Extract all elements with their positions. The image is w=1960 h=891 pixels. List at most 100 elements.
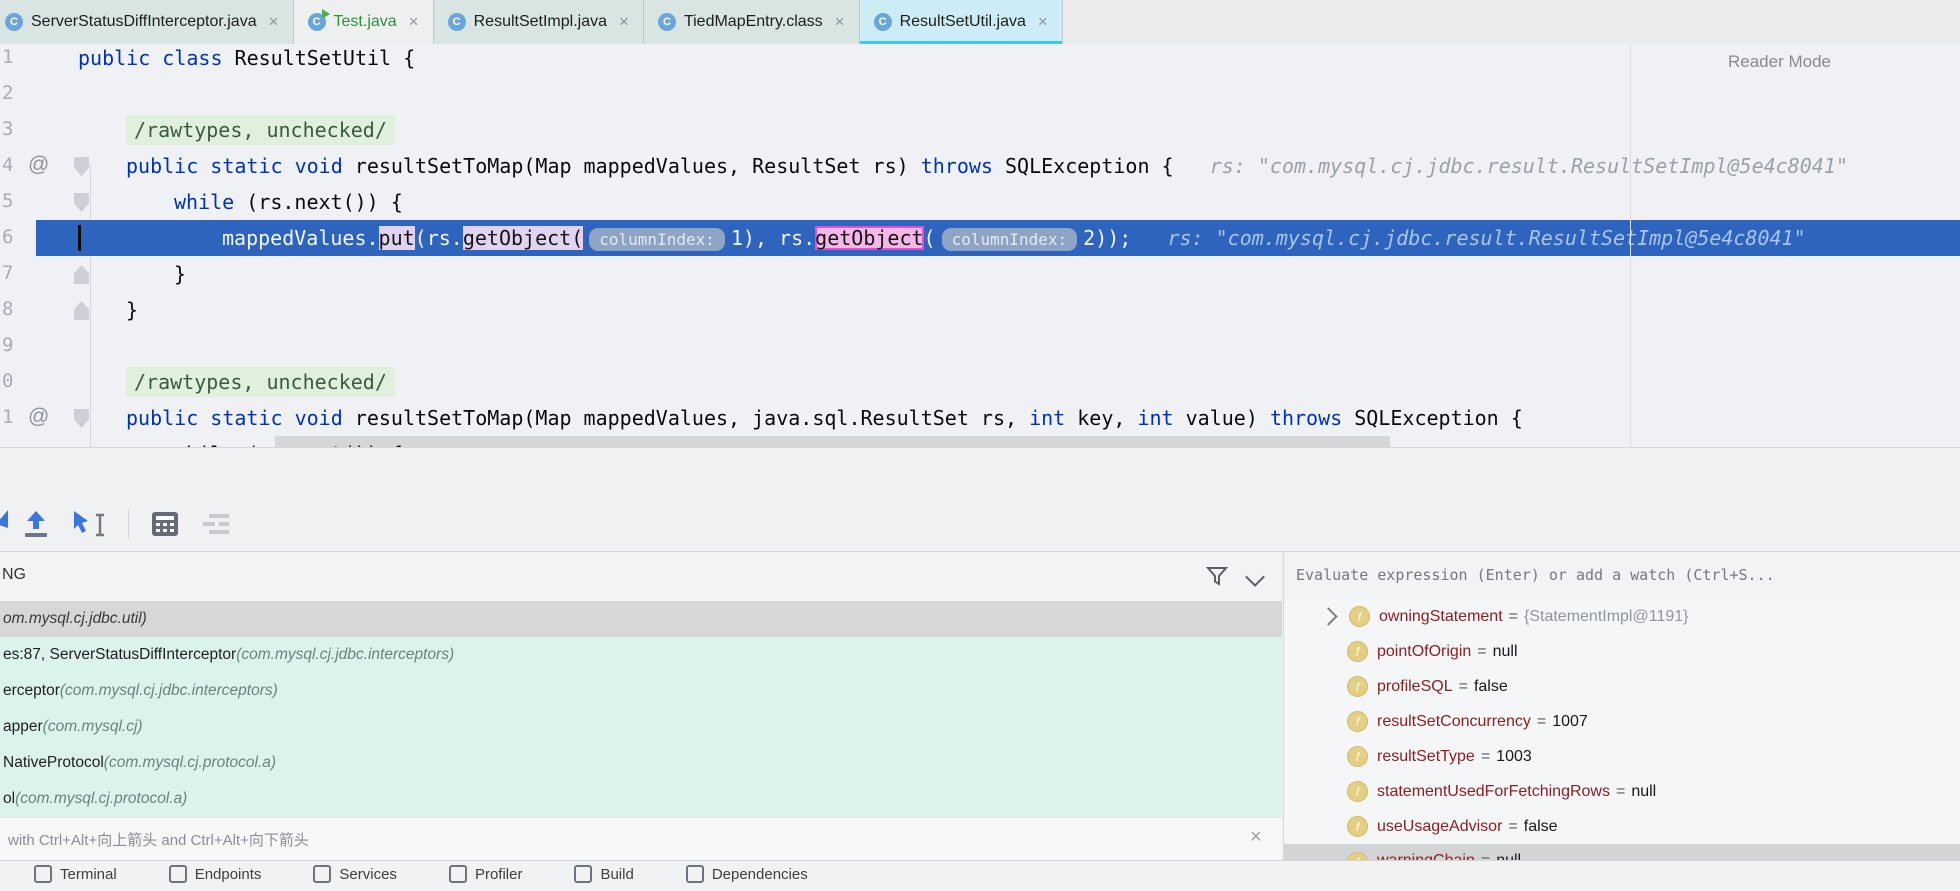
build-icon [574,865,593,883]
fold-marker-up[interactable] [74,301,89,320]
debug-panel: NG Evaluate expression (Enter) or add a … [0,447,1960,879]
code-line[interactable]: 0/rawtypes, unchecked/ [0,364,1960,400]
code-text: public class ResultSetUtil { [78,46,416,70]
tool-window-button-terminal[interactable]: Terminal [34,865,117,883]
evaluate-expression-icon[interactable] [151,511,179,537]
code-line[interactable]: while (rs.next()) { [0,436,1960,447]
frame-row[interactable]: apper (com.mysql.cj) [0,709,1282,745]
variable-row[interactable]: f statementUsedForFetchingRows = null [1284,774,1960,809]
frame-row[interactable]: NativeProtocol (com.mysql.cj.protocol.a) [0,745,1282,781]
fold-marker-down[interactable] [74,409,89,428]
tab-ResultSetImpl.java[interactable]: C ResultSetImpl.java × [433,0,644,44]
class-icon: C [657,13,676,31]
tool-window-bar: Terminal Endpoints Services Profiler Build De… [0,860,1960,891]
frames-hint-banner: with Ctrl+Alt+向上箭头 and Ctrl+Alt+向下箭头 × [0,817,1282,862]
text-caret [78,225,81,251]
code-line[interactable]: 4 @ public static void resultSetToMap(Map … [0,148,1960,184]
right-margin-guide [1630,44,1631,447]
fold-marker-up[interactable] [74,265,89,284]
trace-stream-icon[interactable] [201,512,231,536]
code-line[interactable]: 3/rawtypes, unchecked/ [0,112,1960,148]
code-line[interactable]: 7} [0,256,1960,292]
tab-TiedMapEntry.class[interactable]: C TiedMapEntry.class × [643,0,860,44]
line-number: 7 [2,262,14,284]
frame-row[interactable]: ol (com.mysql.cj.protocol.a) [0,781,1282,817]
tool-window-button-profiler[interactable]: Profiler [448,865,522,883]
toolbar-separator [128,509,129,538]
code-text: mappedValues.put(rs.getObject(columnInde… [222,226,1806,251]
variable-row[interactable]: fwarningChain=null [1284,844,1960,861]
code-line[interactable]: 8} [0,292,1960,328]
chevron-down-icon[interactable] [1245,567,1265,587]
terminal-icon [34,865,52,883]
variable-row[interactable]: f resultSetConcurrency = 1007 [1284,704,1960,739]
field-badge-icon: f [1347,746,1368,767]
code-line[interactable]: 1 public class ResultSetUtil { [0,44,1960,76]
tool-window-button-endpoints[interactable]: Endpoints [168,865,261,883]
tool-window-button-dependencies[interactable]: Dependencies [685,865,808,883]
close-icon[interactable]: × [835,12,845,32]
close-icon[interactable]: × [1250,826,1262,849]
code-text: while (rs.next()) { [174,190,403,214]
run-to-cursor-icon[interactable] [72,509,106,539]
tab-bar: C ServerStatusDiffInterceptor.java × C Test.… [0,0,1960,45]
code-text: public static void resultSetToMap(Map ma… [126,154,1848,178]
expand-chevron-icon[interactable] [1319,607,1338,626]
variable-row[interactable]: f resultSetType = 1003 [1284,739,1960,774]
annotation-gutter-mark: @ [28,405,50,428]
frame-row[interactable]: erceptor (com.mysql.cj.jdbc.interceptors… [0,673,1282,709]
fold-marker-down[interactable] [74,157,89,176]
class-icon: C [447,13,466,31]
code-text: public static void resultSetToMap(Map ma… [126,406,1523,430]
line-number: 2 [2,82,14,104]
code-line[interactable]: 6 mappedValues.put(rs.getObject(columnInd… [0,220,1960,256]
step-out-icon[interactable] [22,509,50,539]
step-icon-partial[interactable] [0,508,8,534]
tab-ResultSetUtil.java[interactable]: C ResultSetUtil.java × [859,0,1063,44]
line-number: 8 [2,298,14,320]
line-number: 9 [2,334,14,356]
tab-ServerStatusDiffInterceptor.java[interactable]: C ServerStatusDiffInterceptor.java × [0,0,294,44]
field-badge-icon: f [1347,781,1368,802]
selection-band [275,436,1390,447]
tab-label: ServerStatusDiffInterceptor.java [31,13,257,30]
fold-marker-down[interactable] [74,193,89,212]
run-overlay-icon [321,9,330,19]
code-editor[interactable]: Reader Mode 1 public class ResultSetUtil … [0,44,1960,447]
line-number: 0 [2,370,14,392]
frame-row[interactable]: es:87, ServerStatusDiffInterceptor (com.… [0,637,1282,673]
variable-row[interactable]: f useUsageAdvisor = false [1284,809,1960,844]
frames-list: om.mysql.cj.jdbc.util) es:87, ServerStatu… [0,601,1282,817]
code-line[interactable]: 5 while (rs.next()) { [0,184,1960,220]
variable-row[interactable]: f profileSQL = false [1284,669,1960,704]
variable-row[interactable]: f owningStatement = {StatementImpl@1191} [1284,599,1960,634]
ide-window: { "palette":{"exec_line_blue":"#2e64bd",… [0,0,1960,891]
code-line[interactable]: 9 [0,328,1960,364]
field-badge-icon: f [1347,676,1368,697]
close-icon[interactable]: × [409,12,419,32]
tab-label: Test.java [333,13,397,30]
filter-funnel-icon[interactable] [1206,565,1228,587]
code-line[interactable]: 2 [0,76,1960,112]
class-icon: C [873,13,892,31]
close-icon[interactable]: × [1038,12,1048,32]
evaluate-expression-field[interactable]: Evaluate expression (Enter) or add a wat… [1296,566,1775,584]
line-number: 1 [2,406,14,428]
tab-Test.java[interactable]: C Test.java × [293,0,434,44]
variable-row[interactable]: f pointOfOrigin = null [1284,634,1960,669]
debugger-toolbar [0,496,1960,551]
close-icon[interactable]: × [619,12,629,32]
variables-list: f owningStatement = {StatementImpl@1191} f po… [1284,599,1960,861]
code-text: } [126,298,139,322]
tool-window-button-services[interactable]: Services [313,865,397,883]
field-badge-icon: f [1349,606,1370,627]
frame-row[interactable]: om.mysql.cj.jdbc.util) [0,601,1282,637]
class-icon: C [5,13,23,31]
code-text: } [174,262,187,286]
tool-window-button-build[interactable]: Build [574,865,634,883]
frames-hint-text: with Ctrl+Alt+向上箭头 and Ctrl+Alt+向下箭头 [8,832,309,849]
profiler-icon [448,865,467,883]
code-text: /rawtypes, unchecked/ [126,367,395,397]
close-icon[interactable]: × [269,12,279,32]
code-line[interactable]: 1 @ public static void resultSetToMap(Map … [0,400,1960,436]
